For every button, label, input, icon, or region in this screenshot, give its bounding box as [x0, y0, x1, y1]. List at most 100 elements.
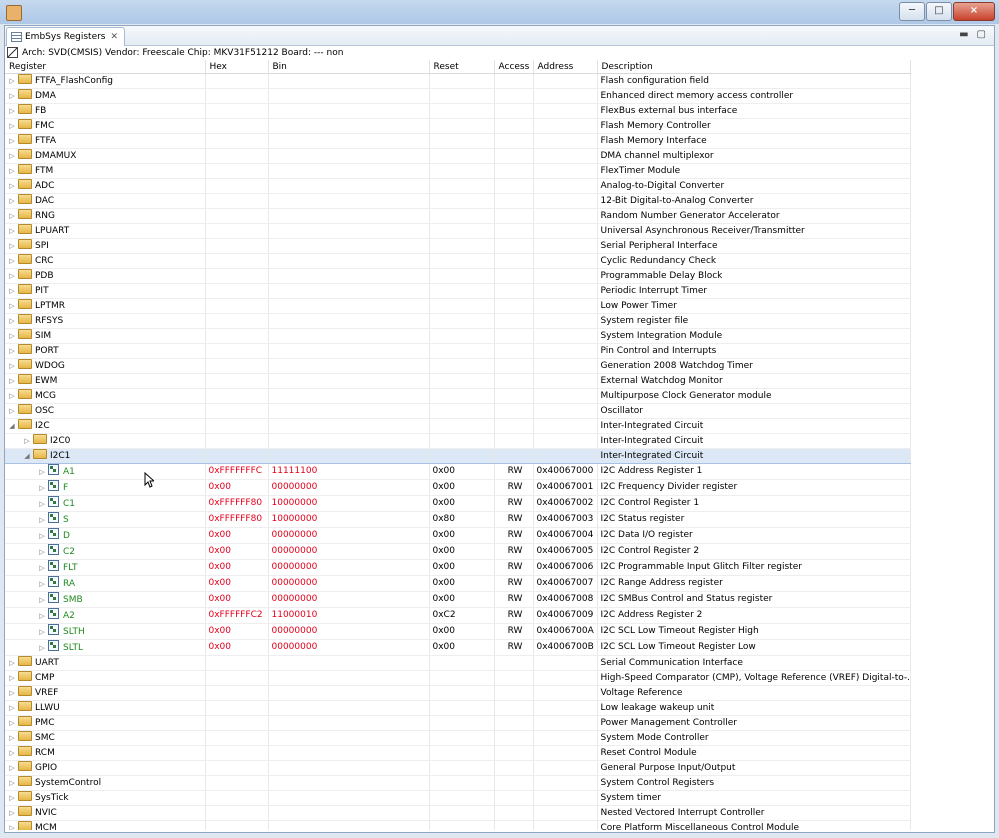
tab-close-icon[interactable]: ✕: [111, 32, 119, 42]
expand-arrow-icon[interactable]: ▷: [8, 255, 16, 268]
expand-arrow-icon[interactable]: ▷: [8, 195, 16, 208]
table-row[interactable]: ◢ I2C Inter-Integrated Circuit: [5, 418, 911, 434]
expand-arrow-icon[interactable]: ▷: [38, 530, 46, 543]
expand-arrow-icon[interactable]: ▷: [38, 610, 46, 623]
table-row[interactable]: ▷ PDB Programmable Delay Block: [5, 268, 911, 284]
close-button[interactable]: ×: [953, 2, 995, 21]
expand-arrow-icon[interactable]: ▷: [8, 75, 16, 88]
table-row[interactable]: ▷ LLWU Low leakage wakeup unit: [5, 700, 911, 716]
table-row[interactable]: ▷ UART Serial Communication Interface: [5, 655, 911, 671]
table-row[interactable]: ▷ SMC System Mode Controller: [5, 730, 911, 746]
table-row[interactable]: ▷ VREF Voltage Reference: [5, 685, 911, 701]
expand-arrow-icon[interactable]: ▷: [8, 90, 16, 103]
table-row[interactable]: ▷ MCM Core Platform Miscellaneous Control …: [5, 820, 911, 830]
expand-arrow-icon[interactable]: ▷: [8, 672, 16, 685]
expand-arrow-icon[interactable]: ▷: [8, 240, 16, 253]
table-row[interactable]: ▷ FTFA_FlashConfig Flash configuration fie…: [5, 73, 911, 89]
expand-arrow-icon[interactable]: ▷: [38, 546, 46, 559]
table-row[interactable]: ▷ FTM FlexTimer Module: [5, 163, 911, 179]
table-row[interactable]: ▷ C1 0xFFFFFF80 10000000 0x00 RW 0x40067002 I2C…: [5, 495, 911, 512]
table-row[interactable]: ▷ A2 0xFFFFFFC2 11000010 0xC2 RW 0x40067009 I2C…: [5, 607, 911, 624]
table-row[interactable]: ▷ DMAMUX DMA channel multiplexor: [5, 148, 911, 164]
expand-arrow-icon[interactable]: ▷: [8, 210, 16, 223]
expand-arrow-icon[interactable]: ▷: [8, 105, 16, 118]
expand-arrow-icon[interactable]: ▷: [8, 225, 16, 238]
table-row[interactable]: ▷ SIM System Integration Module: [5, 328, 911, 344]
expand-arrow-icon[interactable]: ▷: [38, 626, 46, 639]
table-row[interactable]: ▷ SystemControl System Control Registers: [5, 775, 911, 791]
table-row[interactable]: ▷ FTFA Flash Memory Interface: [5, 133, 911, 149]
expand-arrow-icon[interactable]: ▷: [8, 687, 16, 700]
col-header-hex[interactable]: Hex: [205, 60, 269, 74]
expand-arrow-icon[interactable]: ▷: [8, 315, 16, 328]
table-row[interactable]: ▷ EWM External Watchdog Monitor: [5, 373, 911, 389]
col-header-reset[interactable]: Reset: [429, 60, 495, 74]
expand-arrow-icon[interactable]: ▷: [8, 330, 16, 343]
table-row[interactable]: ▷ A1 0xFFFFFFFC 11111100 0x00 RW 0x40067000 I2C…: [5, 463, 911, 480]
table-row[interactable]: ▷ DAC 12-Bit Digital-to-Analog Converter: [5, 193, 911, 209]
table-row[interactable]: ▷ ADC Analog-to-Digital Converter: [5, 178, 911, 194]
expand-arrow-icon[interactable]: ▷: [8, 135, 16, 148]
tab-embsys-registers[interactable]: EmbSys Registers ✕: [6, 27, 126, 46]
table-row[interactable]: ▷ NVIC Nested Vectored Interrupt Controlle…: [5, 805, 911, 821]
chip-select-icon[interactable]: [7, 47, 18, 58]
collapse-arrow-icon[interactable]: ◢: [8, 420, 16, 433]
table-row[interactable]: ▷ F 0x00 00000000 0x00 RW 0x40067001 I2C Freque…: [5, 479, 911, 496]
expand-arrow-icon[interactable]: ▷: [8, 405, 16, 418]
table-row[interactable]: ▷ LPTMR Low Power Timer: [5, 298, 911, 314]
register-tree-table[interactable]: Register Hex Bin Reset Access Address De…: [5, 60, 994, 830]
expand-arrow-icon[interactable]: ▷: [8, 390, 16, 403]
table-row[interactable]: ▷ DMA Enhanced direct memory access contro…: [5, 88, 911, 104]
table-row[interactable]: ▷ SysTick System timer: [5, 790, 911, 806]
table-row[interactable]: ▷ SPI Serial Peripheral Interface: [5, 238, 911, 254]
expand-arrow-icon[interactable]: ▷: [8, 165, 16, 178]
table-row[interactable]: ▷ RCM Reset Control Module: [5, 745, 911, 761]
table-row[interactable]: ▷ FB FlexBus external bus interface: [5, 103, 911, 119]
table-row[interactable]: ▷ PMC Power Management Controller: [5, 715, 911, 731]
view-minimize-icon[interactable]: ▬: [959, 29, 968, 40]
expand-arrow-icon[interactable]: ▷: [38, 594, 46, 607]
expand-arrow-icon[interactable]: ▷: [38, 466, 46, 479]
table-row[interactable]: ▷ WDOG Generation 2008 Watchdog Timer: [5, 358, 911, 374]
collapse-arrow-icon[interactable]: ◢: [23, 450, 31, 463]
expand-arrow-icon[interactable]: ▷: [8, 120, 16, 133]
expand-arrow-icon[interactable]: ▷: [8, 807, 16, 820]
table-row[interactable]: ▷ I2C0 Inter-Integrated Circuit: [5, 433, 911, 449]
table-row[interactable]: ▷ CMP High-Speed Comparator (CMP), Voltage…: [5, 670, 911, 686]
expand-arrow-icon[interactable]: ▷: [8, 345, 16, 358]
expand-arrow-icon[interactable]: ▷: [8, 375, 16, 388]
expand-arrow-icon[interactable]: ▷: [8, 777, 16, 790]
expand-arrow-icon[interactable]: ▷: [38, 498, 46, 511]
expand-arrow-icon[interactable]: ▷: [8, 285, 16, 298]
expand-arrow-icon[interactable]: ▷: [38, 562, 46, 575]
expand-arrow-icon[interactable]: ▷: [23, 435, 31, 448]
col-header-bin[interactable]: Bin: [268, 60, 430, 74]
view-maximize-icon[interactable]: ▢: [977, 29, 986, 40]
expand-arrow-icon[interactable]: ▷: [8, 150, 16, 163]
maximize-button[interactable]: □: [926, 2, 952, 21]
table-row[interactable]: ▷ OSC Oscillator: [5, 403, 911, 419]
table-row[interactable]: ▷ PORT Pin Control and Interrupts: [5, 343, 911, 359]
expand-arrow-icon[interactable]: ▷: [8, 300, 16, 313]
expand-arrow-icon[interactable]: ▷: [8, 792, 16, 805]
minimize-button[interactable]: ─: [899, 2, 925, 21]
table-row[interactable]: ▷ LPUART Universal Asynchronous Receiver/T…: [5, 223, 911, 239]
table-row[interactable]: ▷ SMB 0x00 00000000 0x00 RW 0x40067008 I2C SMBu…: [5, 591, 911, 608]
table-row[interactable]: ▷ RFSYS System register file: [5, 313, 911, 329]
expand-arrow-icon[interactable]: ▷: [38, 578, 46, 591]
table-row[interactable]: ▷ FLT 0x00 00000000 0x00 RW 0x40067006 I2C Prog…: [5, 559, 911, 576]
expand-arrow-icon[interactable]: ▷: [8, 360, 16, 373]
table-row[interactable]: ▷ SLTH 0x00 00000000 0x00 RW 0x4006700A I2C SCL…: [5, 623, 911, 640]
expand-arrow-icon[interactable]: ▷: [38, 482, 46, 495]
table-row[interactable]: ▷ C2 0x00 00000000 0x00 RW 0x40067005 I2C Contr…: [5, 543, 911, 560]
expand-arrow-icon[interactable]: ▷: [8, 747, 16, 760]
table-row[interactable]: ◢ I2C1 Inter-Integrated Circuit: [5, 448, 911, 464]
expand-arrow-icon[interactable]: ▷: [8, 732, 16, 745]
expand-arrow-icon[interactable]: ▷: [8, 717, 16, 730]
expand-arrow-icon[interactable]: ▷: [8, 270, 16, 283]
expand-arrow-icon[interactable]: ▷: [8, 702, 16, 715]
expand-arrow-icon[interactable]: ▷: [38, 642, 46, 655]
col-header-address[interactable]: Address: [533, 60, 598, 74]
table-row[interactable]: ▷ RNG Random Number Generator Accelerator: [5, 208, 911, 224]
table-row[interactable]: ▷ D 0x00 00000000 0x00 RW 0x40067004 I2C Data I…: [5, 527, 911, 544]
